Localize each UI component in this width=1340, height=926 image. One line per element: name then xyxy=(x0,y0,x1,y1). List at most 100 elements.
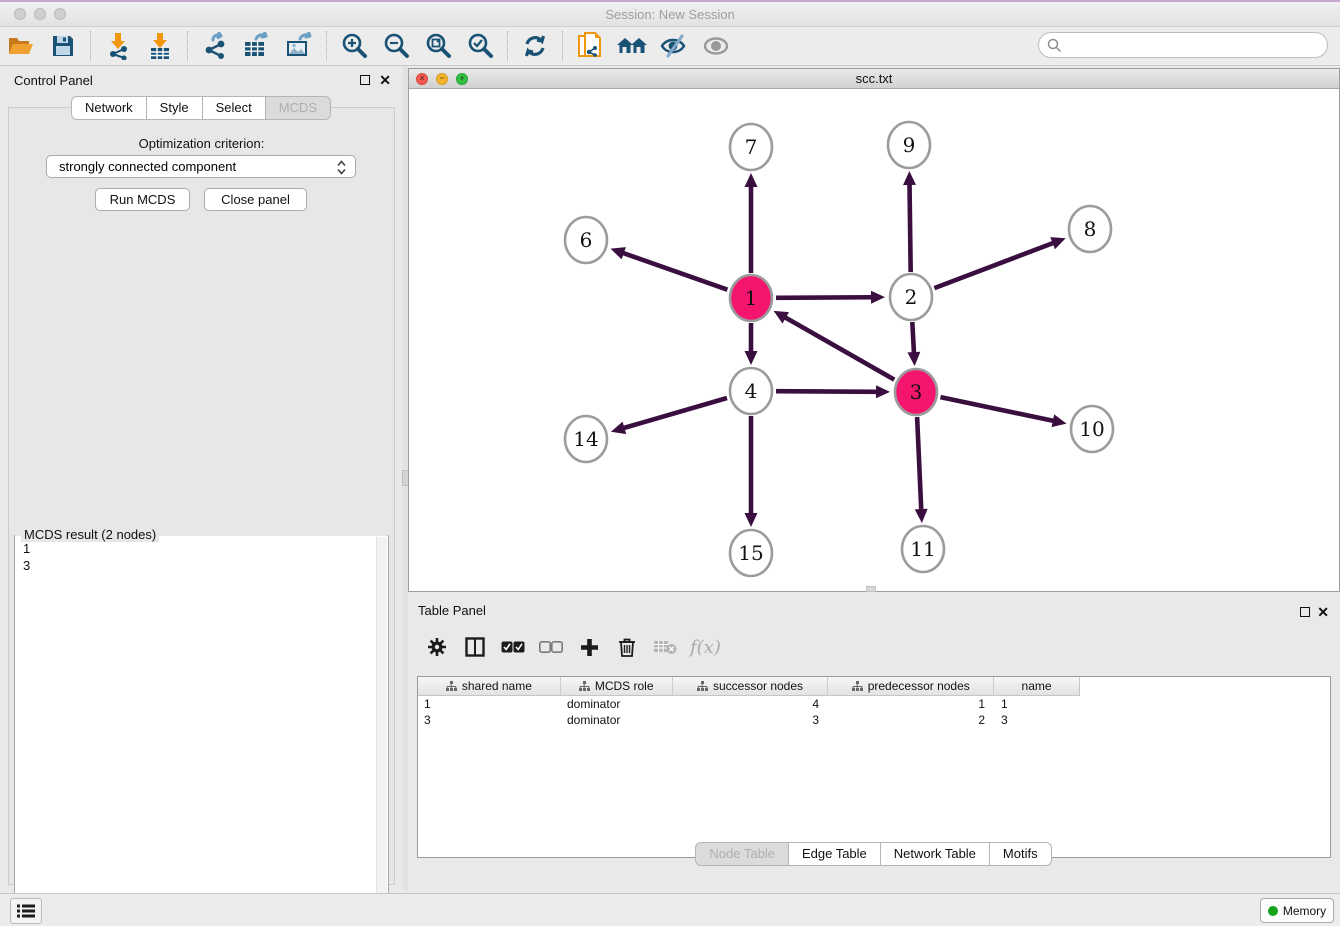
criterion-select[interactable]: strongly connected component xyxy=(46,155,356,178)
toolbar-separator xyxy=(187,31,188,61)
graph-node-label: 3 xyxy=(910,380,923,404)
delete-table-icon[interactable] xyxy=(650,632,680,662)
zoom-out-icon[interactable] xyxy=(379,30,413,62)
run-mcds-button[interactable]: Run MCDS xyxy=(95,188,190,211)
column-header-MCDS-role[interactable]: MCDS role xyxy=(561,677,673,695)
export-image-icon[interactable] xyxy=(282,30,316,62)
float-panel-icon[interactable] xyxy=(1300,607,1310,617)
tab-node-table[interactable]: Node Table xyxy=(695,842,789,866)
memory-label: Memory xyxy=(1283,904,1326,918)
graph-edge-1-2[interactable] xyxy=(776,297,873,298)
graph-edge-2-9[interactable] xyxy=(910,183,911,272)
table-row[interactable]: 3dominator323 xyxy=(418,712,1080,728)
graph-edge-3-11[interactable] xyxy=(917,417,921,511)
add-icon[interactable] xyxy=(574,632,604,662)
list-icon xyxy=(17,904,35,918)
toolbar-separator xyxy=(507,31,508,61)
graph-edge-3-1[interactable] xyxy=(784,317,894,380)
table-cell[interactable]: dominator xyxy=(561,696,673,712)
edge-arrowhead xyxy=(907,352,920,366)
control-panel-header: Control Panel ✕ xyxy=(0,66,403,94)
table-cell[interactable]: 2 xyxy=(829,712,995,728)
column-header-successor-nodes[interactable]: successor nodes xyxy=(673,677,829,695)
import-table-icon[interactable] xyxy=(143,30,177,62)
zoom-selected-icon[interactable] xyxy=(463,30,497,62)
table-cell[interactable]: 3 xyxy=(418,712,561,728)
function-icon[interactable]: f(x) xyxy=(690,637,721,658)
float-panel-icon[interactable] xyxy=(360,75,370,85)
tab-edge-table[interactable]: Edge Table xyxy=(788,842,881,866)
deselect-all-icon[interactable] xyxy=(536,632,566,662)
save-session-icon[interactable] xyxy=(46,30,80,62)
zoom-fit-icon[interactable] xyxy=(421,30,455,62)
network-title: scc.txt xyxy=(409,71,1339,86)
edge-arrowhead xyxy=(876,385,890,398)
edge-arrowhead xyxy=(611,247,626,259)
memory-button[interactable]: Memory xyxy=(1260,898,1334,923)
graph-edge-4-3[interactable] xyxy=(776,391,878,392)
delete-icon[interactable] xyxy=(612,632,642,662)
table-cell[interactable]: 3 xyxy=(673,712,829,728)
mcds-result-line: 1 xyxy=(23,540,30,557)
edge-arrowhead xyxy=(1052,414,1067,427)
tab-mcds[interactable]: MCDS xyxy=(265,96,331,120)
mcds-result-box: MCDS result (2 nodes) 13 xyxy=(14,535,389,914)
control-panel-title: Control Panel xyxy=(14,73,93,88)
table-row[interactable]: 1dominator411 xyxy=(418,696,1080,712)
column-header-predecessor-nodes[interactable]: predecessor nodes xyxy=(828,677,994,695)
open-session-icon[interactable] xyxy=(4,30,38,62)
graph-node-label: 1 xyxy=(745,286,758,310)
table-cell[interactable]: 4 xyxy=(673,696,829,712)
table-panel: Table Panel ✕ xyxy=(408,598,1340,890)
result-scrollbar[interactable] xyxy=(376,537,387,901)
column-header-shared-name[interactable]: shared name xyxy=(418,677,561,695)
table-cell[interactable]: 3 xyxy=(995,712,1080,728)
select-all-icon[interactable] xyxy=(498,632,528,662)
tab-style[interactable]: Style xyxy=(146,96,203,120)
tab-select[interactable]: Select xyxy=(202,96,266,120)
graph-edge-2-8[interactable] xyxy=(934,242,1054,288)
graph-edge-1-6[interactable] xyxy=(622,253,728,290)
close-panel-button[interactable]: Close panel xyxy=(204,188,307,211)
eye-icon[interactable] xyxy=(699,30,733,62)
network-document-icon[interactable] xyxy=(573,30,607,62)
refresh-icon[interactable] xyxy=(518,30,552,62)
export-table-icon[interactable] xyxy=(240,30,274,62)
tab-network-table[interactable]: Network Table xyxy=(880,842,990,866)
table-header-row: shared nameMCDS rolesuccessor nodesprede… xyxy=(418,677,1080,696)
table-cell[interactable]: 1 xyxy=(418,696,561,712)
edge-arrowhead xyxy=(611,422,626,434)
graph-edge-4-14[interactable] xyxy=(622,398,727,428)
home-icon[interactable] xyxy=(615,30,649,62)
hide-eye-icon[interactable] xyxy=(657,30,691,62)
export-network-icon[interactable] xyxy=(198,30,232,62)
task-list-button[interactable] xyxy=(10,898,42,924)
network-window-titlebar[interactable]: × − + scc.txt xyxy=(409,69,1339,89)
close-panel-icon[interactable]: ✕ xyxy=(379,72,391,89)
columns-icon[interactable] xyxy=(460,632,490,662)
column-header-name[interactable]: name xyxy=(994,677,1079,695)
chevron-up-down-icon xyxy=(337,160,346,175)
search-field-wrap xyxy=(1038,32,1328,58)
graph-edge-3-10[interactable] xyxy=(940,397,1054,421)
graph-node-label: 7 xyxy=(745,135,758,159)
toolbar-separator xyxy=(90,31,91,61)
graph-node-label: 4 xyxy=(745,379,758,403)
table-cell[interactable]: dominator xyxy=(561,712,673,728)
tab-network[interactable]: Network xyxy=(71,96,147,120)
import-network-icon[interactable] xyxy=(101,30,135,62)
gear-icon[interactable] xyxy=(422,632,452,662)
zoom-in-icon[interactable] xyxy=(337,30,371,62)
close-panel-icon[interactable]: ✕ xyxy=(1317,604,1329,621)
mcds-result-list: 13 xyxy=(23,540,30,574)
criterion-value: strongly connected component xyxy=(59,159,236,174)
table-cell[interactable]: 1 xyxy=(829,696,995,712)
graph-edge-2-3[interactable] xyxy=(912,322,914,354)
graph-node-label: 9 xyxy=(903,133,916,157)
horizontal-splitter-handle[interactable] xyxy=(866,586,876,592)
table-cell[interactable]: 1 xyxy=(995,696,1080,712)
search-input[interactable] xyxy=(1038,32,1328,58)
tab-motifs[interactable]: Motifs xyxy=(989,842,1052,866)
edge-arrowhead xyxy=(745,351,758,365)
network-graph-canvas[interactable]: 7968124314101511 xyxy=(409,89,1339,591)
